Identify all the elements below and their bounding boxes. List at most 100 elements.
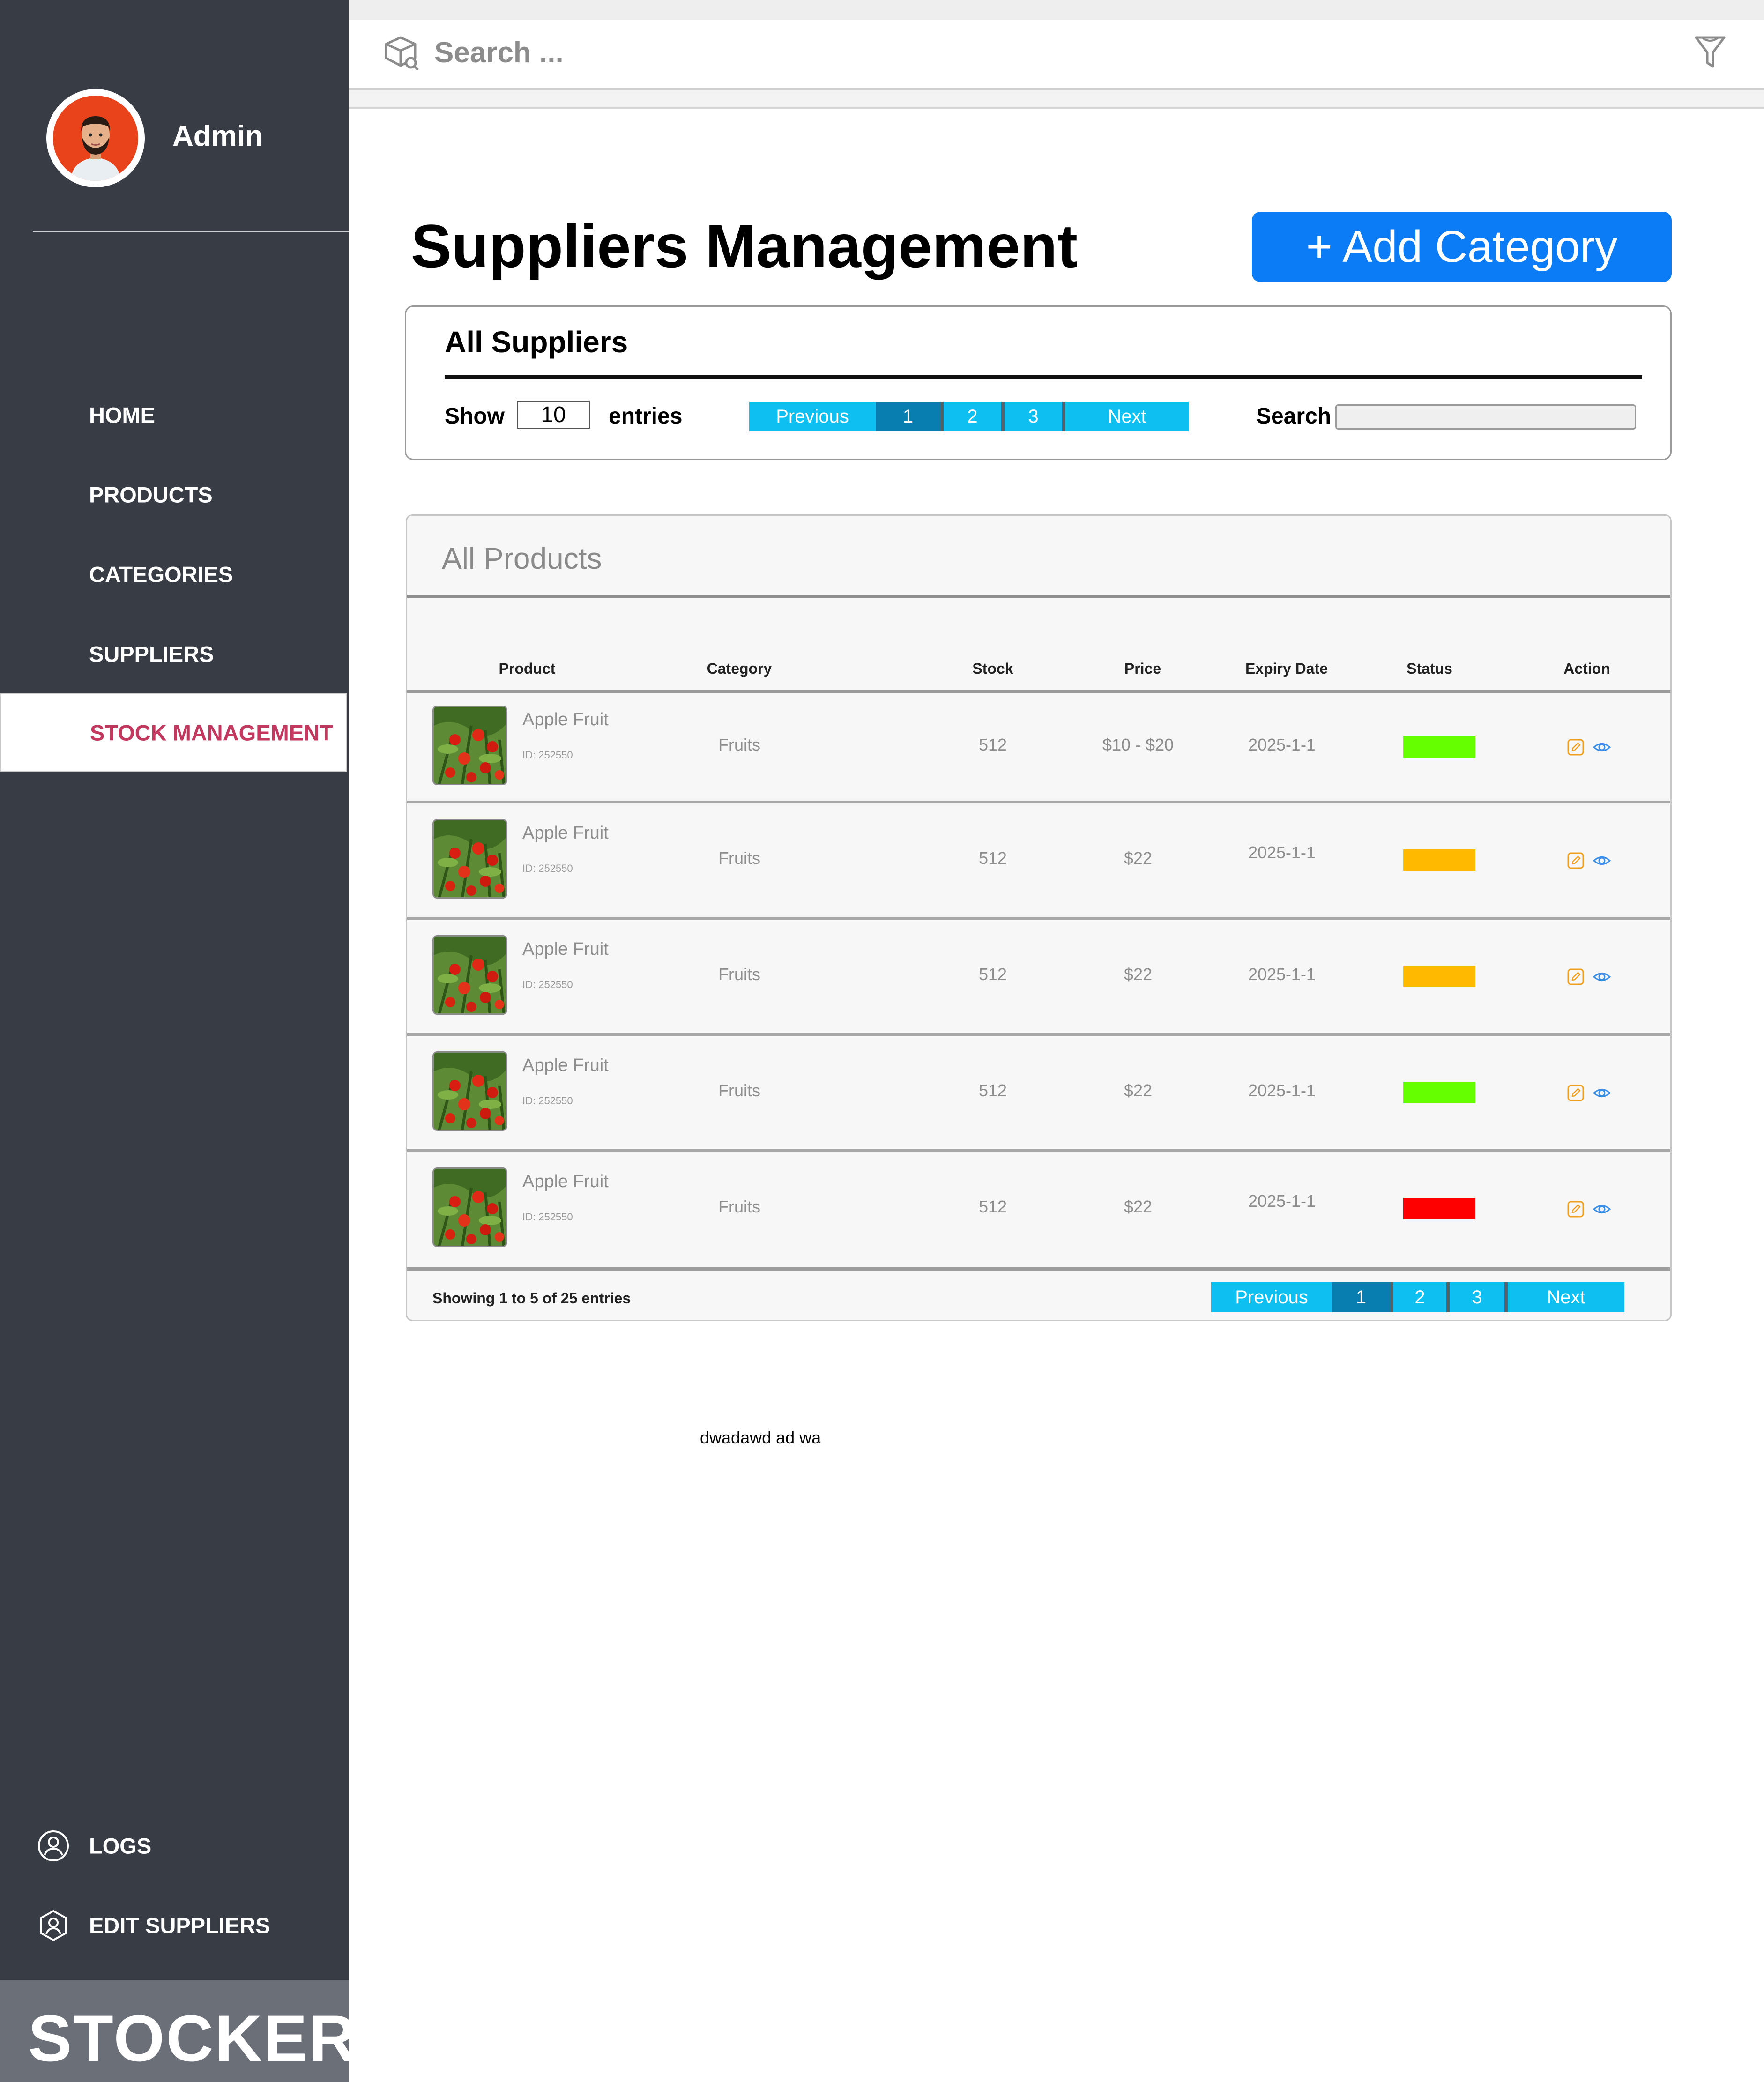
column-header-status: Status bbox=[1407, 660, 1452, 677]
sidebar-divider bbox=[33, 231, 349, 232]
cell-stock: 512 bbox=[978, 1081, 1007, 1100]
cell-price: $22 bbox=[1124, 965, 1153, 984]
search-label: Search bbox=[1256, 404, 1332, 429]
pagination-page-2[interactable]: 2 bbox=[1390, 1282, 1446, 1312]
product-id: ID: 252550 bbox=[522, 1095, 573, 1107]
view-icon[interactable] bbox=[1593, 967, 1611, 986]
pagination-previous-button[interactable]: Previous bbox=[749, 402, 876, 431]
column-header-product: Product bbox=[499, 660, 556, 677]
brand-logo-text: STOCKER bbox=[28, 2001, 357, 2075]
pagination-previous-button[interactable]: Previous bbox=[1211, 1282, 1332, 1312]
cell-price: $22 bbox=[1124, 848, 1153, 868]
cell-expiry-date: 2025-1-1 bbox=[1248, 735, 1316, 754]
suppliers-search-input[interactable] bbox=[1335, 404, 1636, 430]
sidebar-item-home[interactable]: HOME bbox=[0, 376, 347, 454]
cell-stock: 512 bbox=[978, 735, 1007, 754]
edit-icon[interactable] bbox=[1566, 1200, 1585, 1219]
view-icon[interactable] bbox=[1593, 738, 1611, 757]
cell-stock: 512 bbox=[978, 965, 1007, 984]
status-indicator bbox=[1403, 1082, 1475, 1103]
pagination-page-1[interactable]: 1 bbox=[1332, 1282, 1390, 1312]
add-category-button[interactable]: + Add Category bbox=[1252, 212, 1672, 282]
table-row[interactable]: Apple Fruit ID: 252550 Fruits 512 $22 2025-1-… bbox=[407, 1036, 1670, 1152]
cell-expiry-date: 2025-1-1 bbox=[1248, 843, 1316, 862]
product-thumbnail bbox=[432, 819, 507, 899]
products-title: All Products bbox=[442, 542, 602, 575]
suppliers-divider bbox=[445, 375, 1642, 379]
product-id: ID: 252550 bbox=[522, 1211, 573, 1223]
product-id: ID: 252550 bbox=[522, 749, 573, 761]
pagination-page-3[interactable]: 3 bbox=[1446, 1282, 1504, 1312]
table-row[interactable]: Apple Fruit ID: 252550 Fruits 512 $22 2025-1-… bbox=[407, 1152, 1670, 1268]
pagination-page-2[interactable]: 2 bbox=[940, 402, 1001, 431]
top-search-input[interactable] bbox=[433, 36, 1091, 69]
product-id: ID: 252550 bbox=[522, 863, 573, 874]
pagination-page-3[interactable]: 3 bbox=[1001, 402, 1062, 431]
sidebar-item-logs[interactable]: LOGS bbox=[0, 1818, 349, 1874]
product-thumbnail bbox=[432, 1051, 507, 1131]
sidebar-item-label: LOGS bbox=[89, 1833, 152, 1859]
sidebar-item-edit-suppliers[interactable]: EDIT SUPPLIERS bbox=[0, 1897, 349, 1954]
avatar-illustration bbox=[53, 96, 138, 181]
cell-category: Fruits bbox=[718, 735, 760, 754]
brand-block: STOCKER bbox=[0, 1980, 356, 2082]
topbar-shadow bbox=[349, 90, 1764, 109]
status-indicator bbox=[1403, 736, 1475, 758]
sidebar-item-label: PRODUCTS bbox=[89, 482, 213, 507]
status-indicator bbox=[1403, 1198, 1475, 1219]
product-thumbnail bbox=[432, 706, 507, 785]
cell-category: Fruits bbox=[718, 1197, 760, 1216]
cell-price: $22 bbox=[1124, 1081, 1153, 1100]
sidebar-item-stock-management[interactable]: STOCK MANAGEMENT bbox=[0, 693, 347, 772]
column-header-category: Category bbox=[707, 660, 772, 677]
sidebar: Admin HOME PRODUCTS CATEGORIES SUPPLIERS… bbox=[0, 0, 356, 2082]
table-row[interactable]: Apple Fruit ID: 252550 Fruits 512 $10 - $20 2… bbox=[407, 693, 1670, 803]
view-icon[interactable] bbox=[1593, 1200, 1611, 1219]
user-name: Admin bbox=[172, 120, 263, 152]
box-search-icon bbox=[385, 36, 419, 71]
cell-stock: 512 bbox=[978, 848, 1007, 868]
view-icon[interactable] bbox=[1593, 851, 1611, 870]
suppliers-card: All Suppliers Show entries Previous 1 2 … bbox=[405, 305, 1672, 460]
stray-text: dwadawd ad wa bbox=[700, 1428, 821, 1447]
sidebar-item-products[interactable]: PRODUCTS bbox=[0, 455, 347, 534]
product-name: Apple Fruit bbox=[522, 939, 609, 959]
table-row[interactable]: Apple Fruit ID: 252550 Fruits 512 $22 2025-1-… bbox=[407, 920, 1670, 1036]
edit-icon[interactable] bbox=[1566, 738, 1585, 757]
cell-expiry-date: 2025-1-1 bbox=[1248, 1191, 1316, 1211]
cell-price: $22 bbox=[1124, 1197, 1153, 1216]
column-header-expiry-date: Expiry Date bbox=[1245, 660, 1328, 677]
edit-icon[interactable] bbox=[1566, 967, 1585, 986]
cell-category: Fruits bbox=[718, 848, 760, 868]
entries-count-input[interactable] bbox=[517, 401, 590, 429]
view-icon[interactable] bbox=[1593, 1084, 1611, 1102]
cell-category: Fruits bbox=[718, 1081, 760, 1100]
product-thumbnail bbox=[432, 935, 507, 1015]
edit-icon[interactable] bbox=[1566, 851, 1585, 870]
avatar[interactable] bbox=[46, 89, 145, 187]
table-row[interactable]: Apple Fruit ID: 252550 Fruits 512 $22 2025-1-… bbox=[407, 803, 1670, 920]
sidebar-item-label: CATEGORIES bbox=[89, 562, 233, 587]
status-indicator bbox=[1403, 966, 1475, 987]
suppliers-title: All Suppliers bbox=[445, 325, 628, 359]
sidebar-item-label: HOME bbox=[89, 402, 155, 428]
pagination-next-button[interactable]: Next bbox=[1504, 1282, 1624, 1312]
cell-stock: 512 bbox=[978, 1197, 1007, 1216]
suppliers-pagination: Previous 1 2 3 Next bbox=[749, 402, 1189, 431]
pagination-page-1[interactable]: 1 bbox=[876, 402, 940, 431]
column-header-action: Action bbox=[1563, 660, 1610, 677]
table-footer-divider bbox=[407, 1267, 1670, 1271]
product-name: Apple Fruit bbox=[522, 823, 609, 843]
showing-entries-text: Showing 1 to 5 of 25 entries bbox=[432, 1290, 631, 1307]
edit-icon[interactable] bbox=[1566, 1084, 1585, 1102]
products-card: All Products Product Category Stock Pric… bbox=[406, 514, 1672, 1321]
pagination-next-button[interactable]: Next bbox=[1062, 402, 1189, 431]
sidebar-item-categories[interactable]: CATEGORIES bbox=[0, 535, 347, 614]
sidebar-item-suppliers[interactable]: SUPPLIERS bbox=[0, 615, 347, 693]
user-circle-icon bbox=[38, 1830, 69, 1861]
product-id: ID: 252550 bbox=[522, 979, 573, 990]
filter-icon[interactable] bbox=[1693, 34, 1727, 70]
entries-label: entries bbox=[609, 404, 683, 429]
product-name: Apple Fruit bbox=[522, 710, 609, 729]
page-title: Suppliers Management bbox=[411, 212, 1078, 280]
